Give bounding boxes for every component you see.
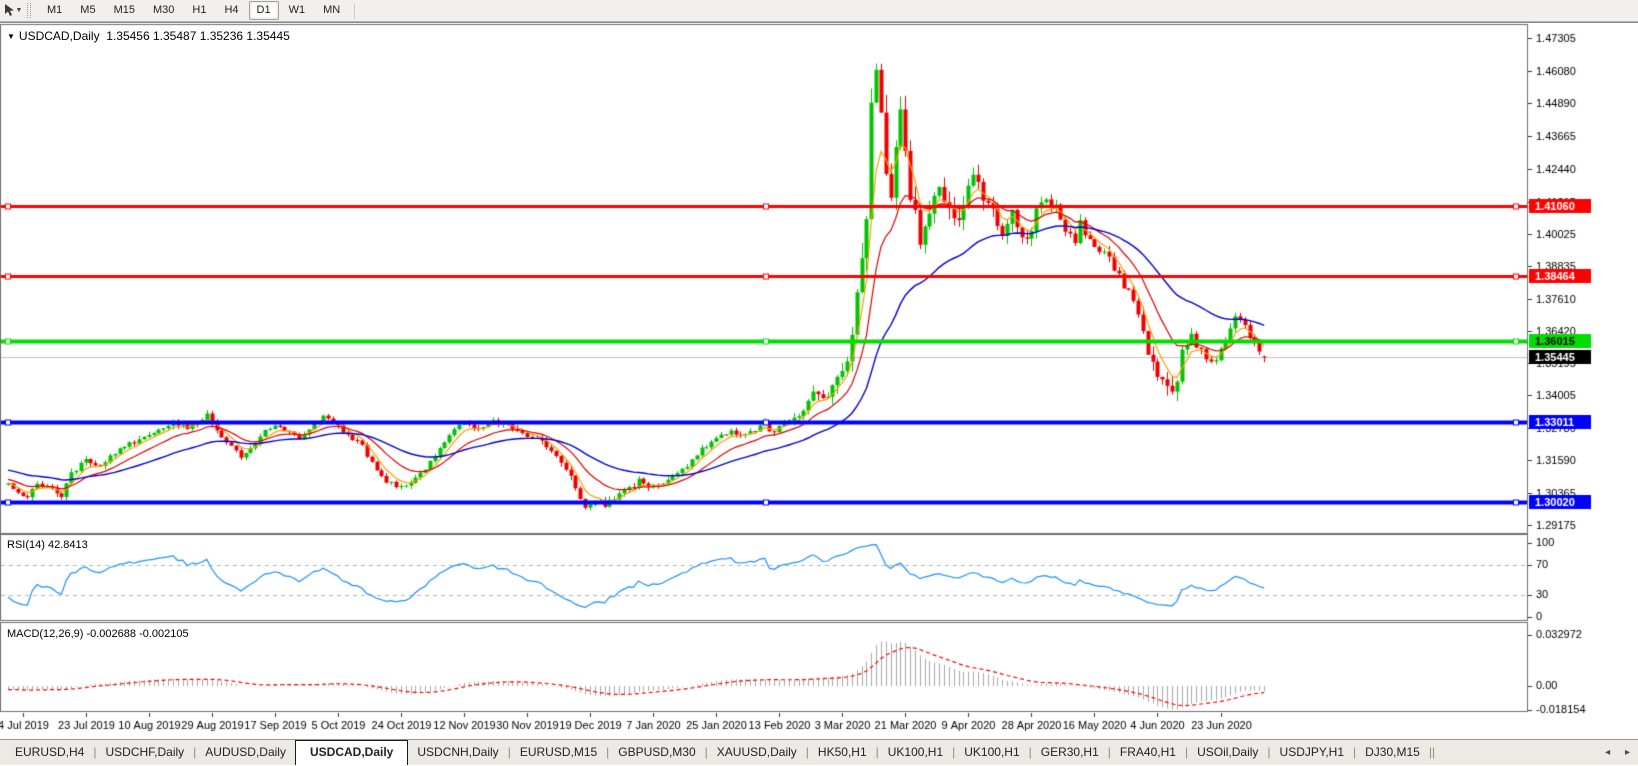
symbol-tab[interactable]: UK100,H1	[955, 740, 1028, 765]
chart-quote: 1.35456 1.35487 1.35236 1.35445	[106, 29, 290, 43]
symbol-tab[interactable]: EURUSD,M15	[511, 740, 606, 765]
symbol-tab[interactable]: AUDUSD,Daily	[196, 740, 295, 765]
cursor-icon	[4, 4, 14, 16]
symbol-tabbar: EURUSD,H4 | USDCHF,Daily | AUDUSD,Daily USDCA…	[0, 739, 1638, 765]
symbol-tab[interactable]: GER30,H1	[1032, 740, 1108, 765]
timeframe-button-m5[interactable]: M5	[72, 1, 103, 20]
symbol-tab[interactable]: USDJPY,H1	[1271, 740, 1353, 765]
timeframe-buttons: M1 M5 M15 M30 H1 H4 D1 W1 MN	[38, 1, 349, 20]
chart-canvas[interactable]	[0, 23, 1638, 739]
chart-title[interactable]: ▼ USDCAD,Daily 1.35456 1.35487 1.35236 1.…	[7, 29, 290, 43]
rsi-indicator-label: RSI(14) 42.8413	[7, 539, 88, 551]
tab-scroll-left-icon[interactable]: ◂	[1605, 747, 1610, 758]
timeframe-button-m30[interactable]: M30	[145, 1, 182, 20]
timeframe-button-mn[interactable]: MN	[315, 1, 348, 20]
symbol-tab[interactable]: EURUSD,H4	[6, 740, 93, 765]
timeframe-button-w1[interactable]: W1	[281, 1, 314, 20]
symbol-tab[interactable]: USDCHF,Daily	[96, 740, 193, 765]
symbol-tab[interactable]: USOil,Daily	[1188, 740, 1267, 765]
toolbar-separator	[354, 2, 356, 19]
symbol-tabs: EURUSD,H4 | USDCHF,Daily | AUDUSD,Daily USDCA…	[6, 740, 1435, 765]
timeframe-button-m1[interactable]: M1	[39, 1, 70, 20]
tab-divider: |	[1431, 745, 1436, 759]
symbol-tab[interactable]: FRA40,H1	[1111, 740, 1185, 765]
chart-title-caret-icon: ▼	[7, 32, 15, 41]
chart-symbol: USDCAD,Daily	[18, 29, 100, 43]
symbol-tab[interactable]: HK50,H1	[809, 740, 876, 765]
symbol-tab[interactable]: DJ30,M15	[1356, 740, 1429, 765]
symbol-tab[interactable]: XAUUSD,Daily	[708, 740, 806, 765]
symbol-tab[interactable]: USDCNH,Daily	[408, 740, 507, 765]
timeframe-button-h4[interactable]: H4	[216, 1, 246, 20]
timeframe-button-d1[interactable]: D1	[248, 1, 279, 20]
symbol-tab-active[interactable]: USDCAD,Daily	[294, 740, 409, 765]
macd-indicator-label: MACD(12,26,9) -0.002688 -0.002105	[7, 628, 189, 640]
symbol-tab[interactable]: UK100,H1	[879, 740, 952, 765]
tab-scroll-arrows: ◂ ▸	[1593, 747, 1630, 758]
timeframe-button-h1[interactable]: H1	[184, 1, 214, 20]
toolbar-grip[interactable]	[27, 3, 31, 18]
timeframe-button-m15[interactable]: M15	[106, 1, 143, 20]
cursor-tool-button[interactable]: ▼	[2, 2, 24, 20]
symbol-tab[interactable]: GBPUSD,M30	[609, 740, 704, 765]
tab-scroll-right-icon[interactable]: ▸	[1625, 747, 1630, 758]
chart-window: ▼ USDCAD,Daily 1.35456 1.35487 1.35236 1.…	[0, 22, 1638, 739]
cursor-tool-caret-icon: ▼	[15, 7, 23, 14]
timeframe-toolbar: ▼ M1 M5 M15 M30 H1 H4 D1 W1 MN	[0, 0, 1638, 22]
